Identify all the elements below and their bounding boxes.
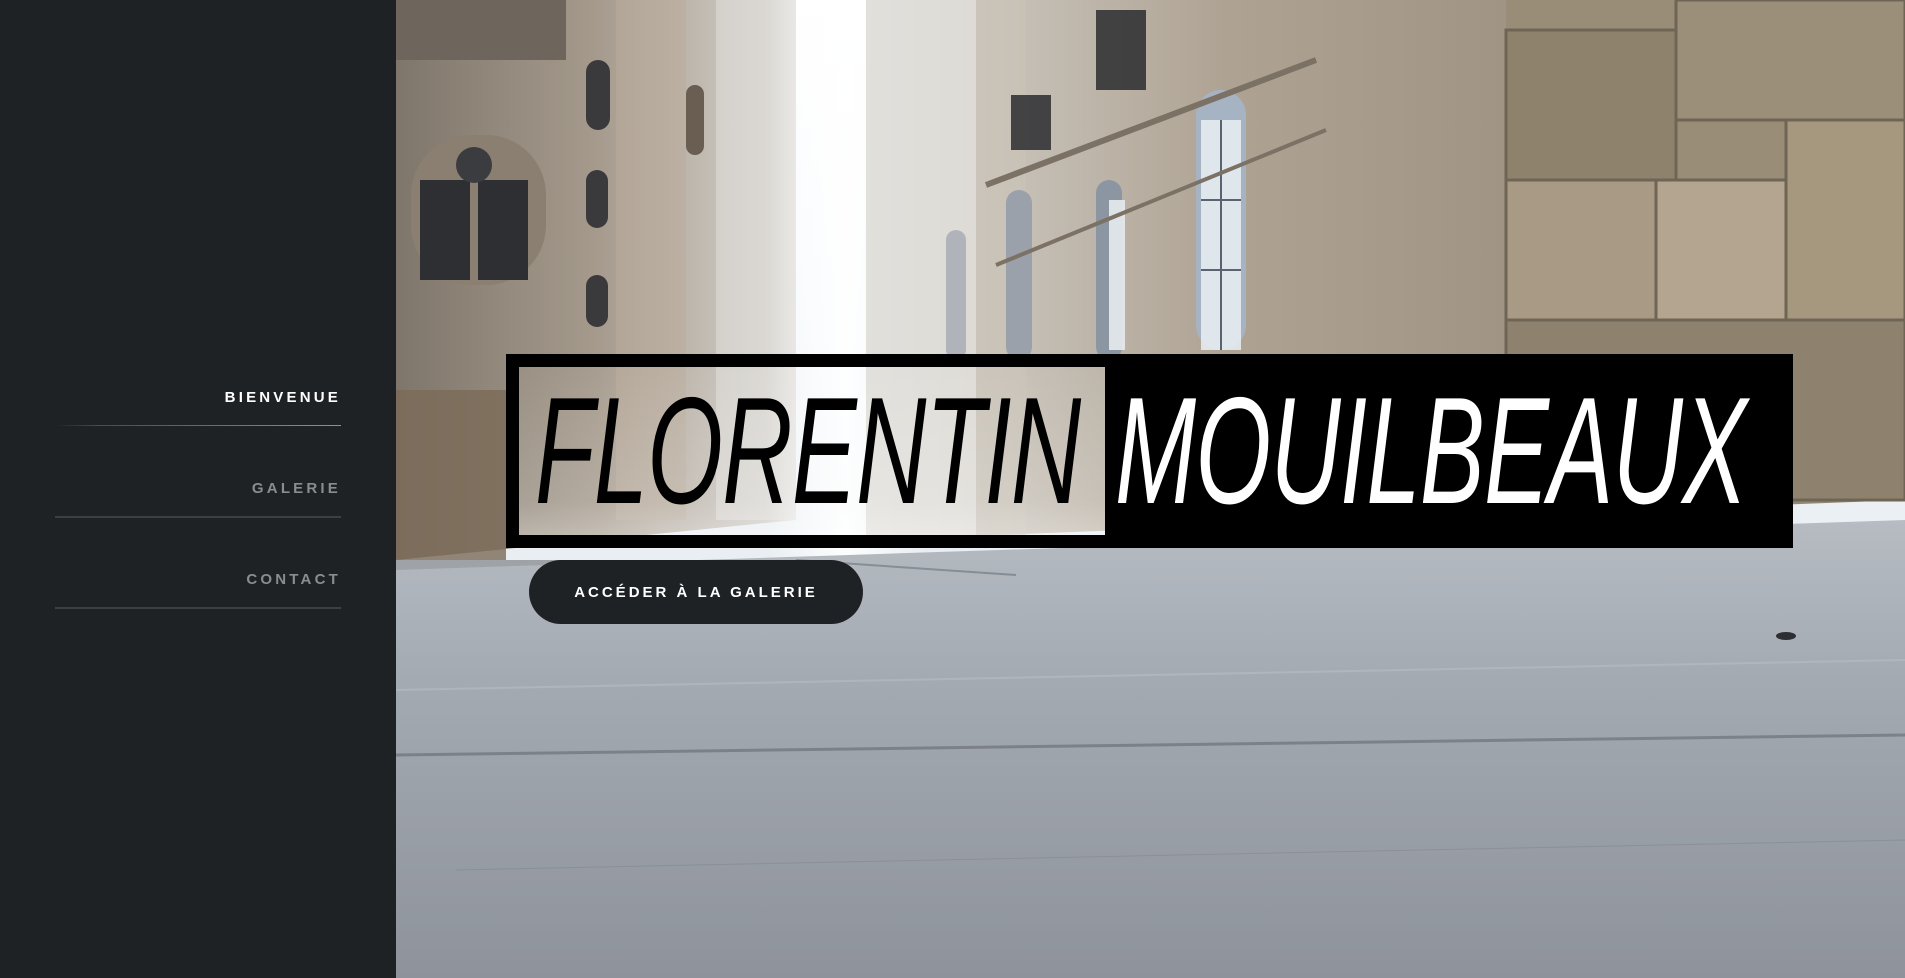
- nav-item-label: CONTACT: [246, 571, 341, 588]
- last-name-panel: MOUILBEAUX: [1105, 367, 1780, 535]
- last-name: MOUILBEAUX: [1115, 366, 1747, 536]
- sidebar: BIENVENUE GALERIE CONTACT: [0, 0, 396, 978]
- first-name: FLORENTIN: [535, 366, 1081, 536]
- nav-item-contact[interactable]: CONTACT: [55, 558, 341, 649]
- main-nav: BIENVENUE GALERIE CONTACT: [55, 376, 341, 649]
- nav-item-bienvenue[interactable]: BIENVENUE: [55, 376, 341, 467]
- hero-title: FLORENTIN MOUILBEAUX: [506, 354, 1793, 548]
- nav-divider: [55, 425, 341, 426]
- nav-item-label: GALERIE: [251, 480, 341, 497]
- nav-divider: [55, 516, 341, 518]
- nav-item-label: BIENVENUE: [224, 389, 341, 406]
- nav-divider: [55, 607, 341, 609]
- first-name-panel: FLORENTIN: [519, 367, 1105, 535]
- nav-item-galerie[interactable]: GALERIE: [55, 467, 341, 558]
- gallery-cta-button[interactable]: ACCÉDER À LA GALERIE: [529, 560, 863, 624]
